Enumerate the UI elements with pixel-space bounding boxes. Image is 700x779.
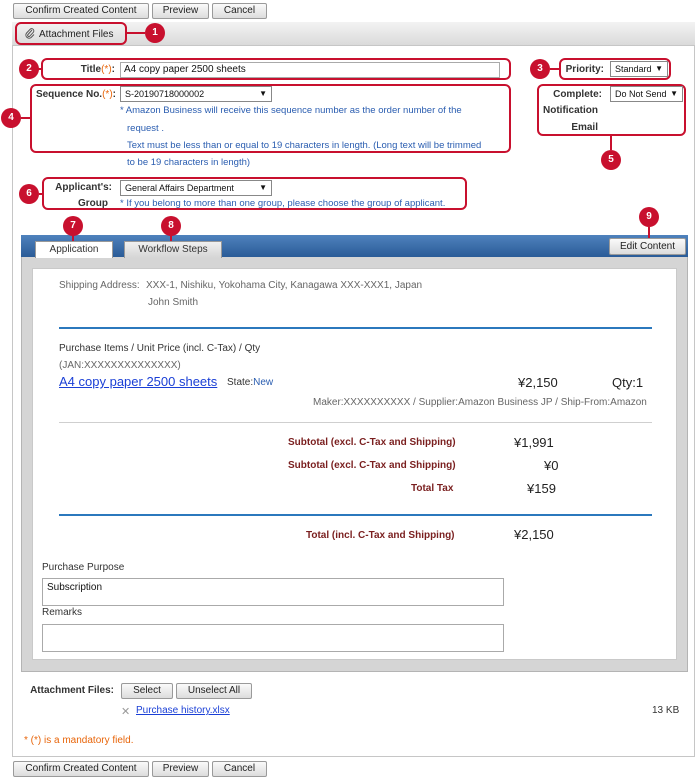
callout-line-4 bbox=[21, 117, 31, 119]
callout-badge-6: 6 bbox=[19, 184, 39, 204]
divider bbox=[59, 422, 652, 423]
attachment-file-size: 13 KB bbox=[652, 705, 680, 716]
complete-notification-select[interactable]: Do Not Send ▼ bbox=[610, 86, 683, 102]
chevron-down-icon: ▼ bbox=[670, 89, 678, 98]
remove-file-icon[interactable]: ✕ bbox=[121, 705, 130, 718]
divider bbox=[59, 327, 652, 329]
sequence-note-2: request . bbox=[127, 123, 164, 134]
tab-workflow-steps[interactable]: Workflow Steps bbox=[124, 241, 222, 258]
unselect-all-button[interactable]: Unselect All bbox=[176, 683, 252, 699]
group-label: Applicant's: bbox=[55, 182, 112, 193]
group-note: * If you belong to more than one group, … bbox=[120, 198, 446, 209]
total-label: Total (incl. C-Tax and Shipping) bbox=[306, 530, 455, 541]
priority-label: Priority: bbox=[565, 64, 604, 75]
priority-select[interactable]: Standard ▼ bbox=[610, 61, 668, 77]
item-name-link[interactable]: A4 copy paper 2500 sheets bbox=[59, 374, 217, 389]
confirm-created-content-button-bottom[interactable]: Confirm Created Content bbox=[13, 761, 149, 777]
complete-label: Complete: bbox=[553, 89, 602, 100]
callout-badge-1: 1 bbox=[145, 23, 165, 43]
callout-line-5 bbox=[610, 136, 612, 150]
callout-line-3 bbox=[550, 68, 560, 70]
callout-line-1 bbox=[127, 32, 145, 34]
sequence-note-4: to be 19 characters in length) bbox=[127, 157, 251, 168]
total-tax-label: Total Tax bbox=[411, 483, 454, 494]
attachment-files-label-bottom: Attachment Files: bbox=[30, 685, 114, 696]
cancel-button[interactable]: Cancel bbox=[212, 3, 267, 19]
items-header: Purchase Items / Unit Price (incl. C-Tax… bbox=[59, 343, 261, 354]
attachment-files-toggle[interactable]: Attachment Files bbox=[24, 27, 113, 41]
callout-badge-8: 8 bbox=[161, 216, 181, 236]
total-tax-value: ¥159 bbox=[527, 481, 556, 496]
jan-code: (JAN:XXXXXXXXXXXXXX) bbox=[59, 360, 181, 371]
confirm-created-content-button[interactable]: Confirm Created Content bbox=[13, 3, 149, 19]
callout-badge-4: 4 bbox=[1, 108, 21, 128]
subtotal-value: ¥1,991 bbox=[514, 435, 554, 450]
callout-line-2 bbox=[38, 68, 42, 70]
purchase-purpose-label: Purchase Purpose bbox=[42, 562, 125, 573]
attachment-file-link[interactable]: Purchase history.xlsx bbox=[136, 705, 230, 716]
divider bbox=[59, 514, 652, 516]
sequence-note-1: * Amazon Business will receive this sequ… bbox=[120, 105, 462, 116]
purchase-purpose-textarea[interactable]: Subscription bbox=[42, 578, 504, 606]
callout-badge-7: 7 bbox=[63, 216, 83, 236]
attachment-files-label: Attachment Files bbox=[39, 29, 114, 40]
edit-content-button[interactable]: Edit Content bbox=[609, 238, 686, 255]
notification-label: Notification bbox=[543, 105, 598, 116]
sequence-label: Sequence No.(*): bbox=[35, 89, 116, 100]
shipping-address: XXX-1, Nishiku, Yokohama City, Kanagawa … bbox=[146, 280, 423, 291]
callout-badge-3: 3 bbox=[530, 59, 550, 79]
chevron-down-icon: ▼ bbox=[259, 89, 267, 98]
preview-button[interactable]: Preview bbox=[152, 3, 209, 19]
remarks-label: Remarks bbox=[42, 607, 83, 618]
sequence-select[interactable]: S-20190718000002 ▼ bbox=[120, 86, 272, 102]
chevron-down-icon: ▼ bbox=[259, 183, 267, 192]
maker-supplier-line: Maker:XXXXXXXXXX / Supplier:Amazon Busin… bbox=[313, 397, 647, 408]
group-select[interactable]: General Affairs Department ▼ bbox=[120, 180, 272, 196]
sequence-note-3: Text must be less than or equal to 19 ch… bbox=[127, 140, 482, 151]
title-input[interactable]: A4 copy paper 2500 sheets bbox=[120, 62, 500, 78]
shipping-label: Shipping Address: bbox=[59, 280, 140, 291]
total-value: ¥2,150 bbox=[514, 527, 554, 542]
title-label: Title(*): bbox=[80, 64, 115, 75]
subtotal2-label: Subtotal (excl. C-Tax and Shipping) bbox=[288, 460, 456, 471]
tab-header-bar bbox=[21, 235, 688, 257]
callout-badge-5: 5 bbox=[601, 150, 621, 170]
item-state: State:New bbox=[227, 377, 274, 388]
shipping-name: John Smith bbox=[148, 297, 199, 308]
chevron-down-icon: ▼ bbox=[655, 64, 663, 73]
callout-line-6 bbox=[39, 193, 43, 195]
subtotal2-value: ¥0 bbox=[544, 458, 559, 473]
tab-application[interactable]: Application bbox=[35, 241, 113, 258]
item-price: ¥2,150 bbox=[518, 375, 558, 390]
cancel-button-bottom[interactable]: Cancel bbox=[212, 761, 267, 777]
preview-button-bottom[interactable]: Preview bbox=[152, 761, 209, 777]
group-label-2: Group bbox=[78, 198, 108, 209]
callout-badge-2: 2 bbox=[19, 59, 39, 79]
subtotal-label: Subtotal (excl. C-Tax and Shipping) bbox=[288, 437, 456, 448]
paperclip-icon bbox=[25, 28, 35, 39]
mandatory-field-note: * (*) is a mandatory field. bbox=[24, 735, 134, 746]
select-file-button[interactable]: Select bbox=[121, 683, 173, 699]
email-label: Email bbox=[571, 122, 598, 133]
remarks-textarea[interactable] bbox=[42, 624, 504, 652]
item-qty: Qty:1 bbox=[612, 375, 644, 390]
callout-badge-9: 9 bbox=[639, 207, 659, 227]
callout-line-9 bbox=[648, 227, 650, 238]
